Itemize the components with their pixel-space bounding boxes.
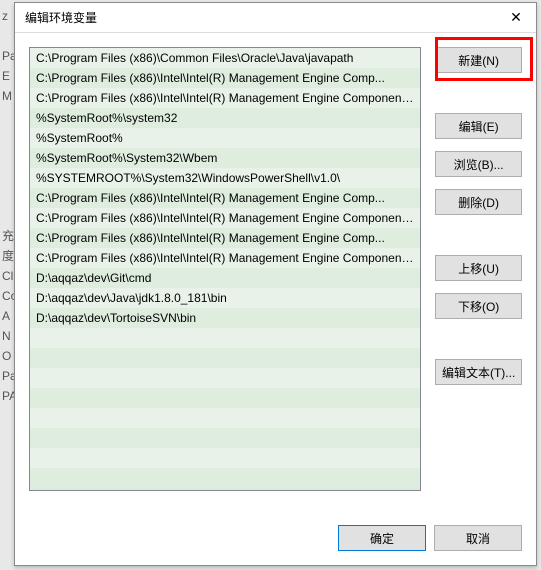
list-item[interactable]: %SystemRoot%\System32\Wbem [30, 148, 420, 168]
move-down-button[interactable]: 下移(O) [435, 293, 522, 319]
list-item[interactable]: C:\Program Files (x86)\Intel\Intel(R) Ma… [30, 248, 420, 268]
edit-env-var-dialog: 编辑环境变量 ✕ C:\Program Files (x86)\Common F… [14, 2, 537, 566]
delete-button[interactable]: 删除(D) [435, 189, 522, 215]
browse-button[interactable]: 浏览(B)... [435, 151, 522, 177]
list-item-empty[interactable] [30, 428, 420, 448]
main-row: C:\Program Files (x86)\Common Files\Orac… [29, 47, 522, 511]
close-button[interactable]: ✕ [496, 3, 536, 33]
ok-button[interactable]: 确定 [338, 525, 426, 551]
list-item[interactable]: D:\aqqaz\dev\Git\cmd [30, 268, 420, 288]
close-icon: ✕ [510, 9, 522, 26]
list-item-empty[interactable] [30, 368, 420, 388]
list-item[interactable]: %SystemRoot%\system32 [30, 108, 420, 128]
list-item[interactable]: C:\Program Files (x86)\Intel\Intel(R) Ma… [30, 188, 420, 208]
list-item[interactable]: C:\Program Files (x86)\Intel\Intel(R) Ma… [30, 228, 420, 248]
list-item-empty[interactable] [30, 468, 420, 488]
list-item[interactable]: C:\Program Files (x86)\Intel\Intel(R) Ma… [30, 208, 420, 228]
dialog-title: 编辑环境变量 [25, 9, 97, 26]
list-item[interactable]: %SystemRoot% [30, 128, 420, 148]
list-item-empty[interactable] [30, 328, 420, 348]
move-up-button[interactable]: 上移(U) [435, 255, 522, 281]
titlebar: 编辑环境变量 ✕ [15, 3, 536, 33]
path-listbox[interactable]: C:\Program Files (x86)\Common Files\Orac… [29, 47, 421, 491]
list-item-empty[interactable] [30, 348, 420, 368]
list-item[interactable]: C:\Program Files (x86)\Intel\Intel(R) Ma… [30, 88, 420, 108]
bottom-row: 确定 取消 [29, 525, 522, 551]
edit-button[interactable]: 编辑(E) [435, 113, 522, 139]
list-item[interactable]: C:\Program Files (x86)\Intel\Intel(R) Ma… [30, 68, 420, 88]
list-item[interactable]: D:\aqqaz\dev\TortoiseSVN\bin [30, 308, 420, 328]
list-item-empty[interactable] [30, 448, 420, 468]
side-buttons: 新建(N) 编辑(E) 浏览(B)... 删除(D) 上移(U) 下移(O) 编… [435, 47, 522, 511]
list-item[interactable]: C:\Program Files (x86)\Common Files\Orac… [30, 48, 420, 68]
list-item[interactable]: %SYSTEMROOT%\System32\WindowsPowerShell\… [30, 168, 420, 188]
list-item-empty[interactable] [30, 388, 420, 408]
list-item[interactable]: D:\aqqaz\dev\Java\jdk1.8.0_181\bin [30, 288, 420, 308]
edit-text-button[interactable]: 编辑文本(T)... [435, 359, 522, 385]
dialog-content: C:\Program Files (x86)\Common Files\Orac… [15, 33, 536, 565]
list-item-empty[interactable] [30, 408, 420, 428]
cancel-button[interactable]: 取消 [434, 525, 522, 551]
new-button[interactable]: 新建(N) [435, 47, 522, 73]
